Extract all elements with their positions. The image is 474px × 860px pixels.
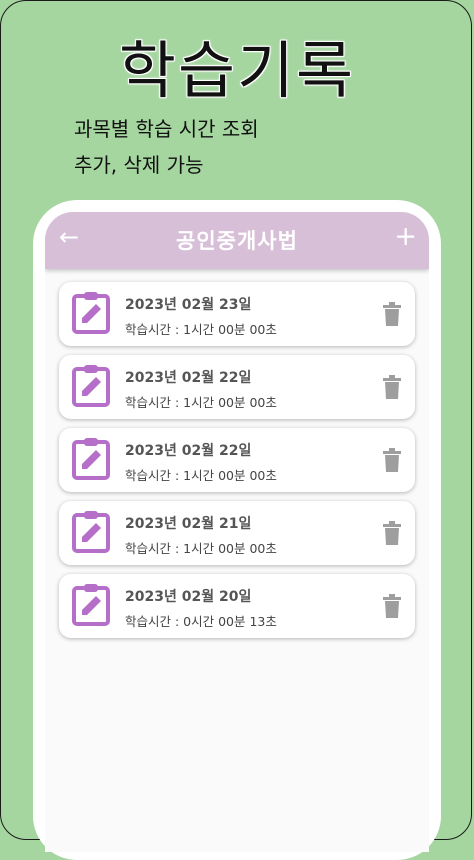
record-card[interactable]: 2023년 02월 22일 학습시간 : 1시간 00분 00초 bbox=[59, 428, 415, 492]
clipboard-edit-icon bbox=[72, 438, 110, 480]
hero-subtitle-1: 과목별 학습 시간 조회 bbox=[74, 117, 259, 141]
trash-icon[interactable] bbox=[383, 375, 401, 399]
add-icon[interactable]: + bbox=[394, 221, 417, 252]
record-date: 2023년 02월 22일 bbox=[125, 370, 252, 386]
subject-title: 공인중개사법 bbox=[176, 229, 298, 253]
record-study-time: 학습시간 : 1시간 00분 00초 bbox=[125, 322, 277, 337]
record-study-time: 학습시간 : 1시간 00분 00초 bbox=[125, 395, 277, 410]
record-date: 2023년 02월 21일 bbox=[125, 516, 252, 532]
clipboard-edit-icon bbox=[72, 511, 110, 553]
trash-icon[interactable] bbox=[383, 302, 401, 326]
trash-icon[interactable] bbox=[383, 448, 401, 472]
record-date: 2023년 02월 20일 bbox=[125, 589, 252, 605]
record-card[interactable]: 2023년 02월 21일 학습시간 : 1시간 00분 00초 bbox=[59, 501, 415, 565]
clipboard-edit-icon bbox=[72, 292, 110, 334]
record-study-time: 학습시간 : 1시간 00분 00초 bbox=[125, 541, 277, 556]
record-date: 2023년 02월 22일 bbox=[125, 443, 252, 459]
record-study-time: 학습시간 : 0시간 00분 13초 bbox=[125, 614, 277, 629]
trash-icon[interactable] bbox=[383, 594, 401, 618]
hero-subtitle-2: 추가, 삭제 가능 bbox=[74, 153, 204, 177]
record-date: 2023년 02월 23일 bbox=[125, 297, 252, 313]
app-bar: ← 공인중개사법 + bbox=[45, 212, 429, 269]
clipboard-edit-icon bbox=[72, 365, 110, 407]
record-study-time: 학습시간 : 1시간 00분 00초 bbox=[125, 468, 277, 483]
hero-title: 학습기록 bbox=[118, 34, 356, 107]
app-screen: ← 공인중개사법 + 2023년 02월 23일 학습시간 : 1시간 00분 … bbox=[45, 212, 429, 852]
clipboard-edit-icon bbox=[72, 584, 110, 626]
record-card[interactable]: 2023년 02월 23일 학습시간 : 1시간 00분 00초 bbox=[59, 282, 415, 346]
trash-icon[interactable] bbox=[383, 521, 401, 545]
record-card[interactable]: 2023년 02월 22일 학습시간 : 1시간 00분 00초 bbox=[59, 355, 415, 419]
record-card[interactable]: 2023년 02월 20일 학습시간 : 0시간 00분 13초 bbox=[59, 574, 415, 638]
